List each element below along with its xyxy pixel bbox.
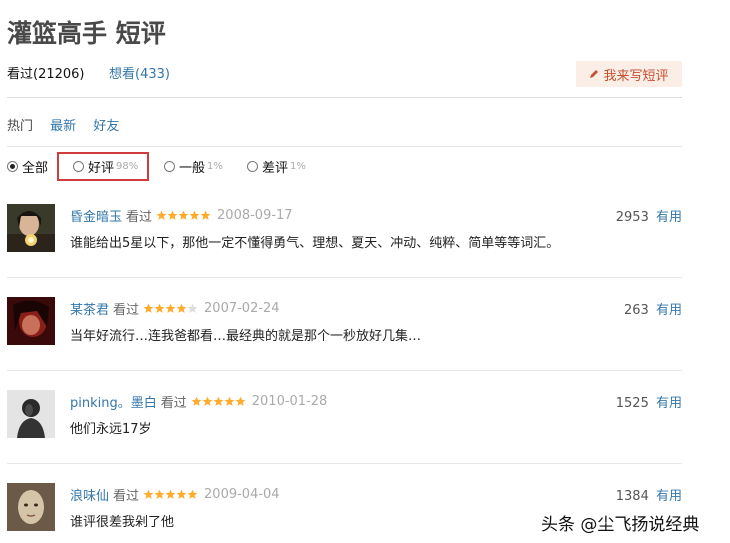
avatar[interactable] — [7, 204, 55, 252]
vote-area: 2953 有用 — [616, 206, 682, 225]
review-comment: 谁能给出5星以下，那他一定不懂得勇气、理想、夏天、冲动、纯粹、简单等等词汇。 — [70, 236, 560, 251]
star-filled-icon — [143, 303, 154, 313]
star-filled-icon — [189, 210, 200, 220]
radio-checked-icon — [7, 161, 18, 172]
review-date: 2007-02-24 — [204, 301, 280, 316]
filter-neutral-percent: 1% — [207, 161, 223, 172]
star-filled-icon — [167, 210, 178, 220]
star-filled-icon — [143, 489, 154, 499]
divider — [7, 370, 682, 371]
sort-latest[interactable]: 最新 — [50, 119, 76, 134]
review-user-link[interactable]: 某茶君 — [70, 299, 109, 318]
divider — [7, 146, 682, 147]
watch-status: 看过 — [113, 489, 140, 504]
divider — [7, 463, 682, 464]
pencil-icon — [590, 70, 599, 78]
vote-count: 1525 — [615, 396, 649, 411]
star-filled-icon — [156, 210, 167, 220]
review-user-link[interactable]: 浪味仙 — [70, 485, 109, 504]
star-filled-icon — [191, 396, 202, 406]
star-filled-icon — [165, 489, 176, 499]
useful-button[interactable]: 有用 — [656, 303, 682, 318]
vote-area: 1525 有用 — [616, 392, 682, 411]
star-empty-icon — [187, 303, 198, 313]
divider — [7, 277, 682, 278]
filter-all-label: 全部 — [22, 161, 49, 176]
review-date: 2009-04-04 — [204, 487, 280, 502]
review-meta: 昏金暗玉 看过 2008-09-17 — [70, 206, 293, 225]
star-filled-icon — [224, 396, 235, 406]
avatar[interactable] — [7, 390, 55, 438]
filter-all[interactable]: 全部 — [7, 157, 48, 176]
useful-button[interactable]: 有用 — [656, 210, 682, 225]
vote-count: 1384 — [615, 489, 649, 504]
filter-negative-percent: 1% — [290, 161, 306, 172]
review-user-link[interactable]: pinking。墨白 — [70, 392, 157, 411]
highlight-box — [57, 152, 149, 181]
star-filled-icon — [154, 489, 165, 499]
vote-count: 2953 — [615, 210, 649, 225]
avatar[interactable] — [7, 483, 55, 531]
watch-status: 看过 — [126, 210, 153, 225]
star-filled-icon — [176, 489, 187, 499]
star-filled-icon — [202, 396, 213, 406]
review-meta: 某茶君 看过 2007-02-24 — [70, 299, 280, 318]
star-filled-icon — [235, 396, 246, 406]
sort-hot[interactable]: 热门 — [7, 119, 33, 134]
review-user-link[interactable]: 昏金暗玉 — [70, 206, 122, 225]
review-comment: 谁评很差我剁了他 — [70, 515, 175, 530]
rating-stars — [143, 303, 198, 314]
review-date: 2008-09-17 — [217, 208, 293, 223]
watch-status: 看过 — [113, 303, 140, 318]
review-meta: 浪味仙 看过 2009-04-04 — [70, 485, 280, 504]
rating-stars — [156, 210, 211, 221]
radio-icon — [247, 161, 258, 172]
review-comment: 当年好流行…连我爸都看…最经典的就是那个一秒放好几集… — [70, 329, 422, 344]
watermark: 头条 @尘飞扬说经典 — [541, 515, 700, 535]
vote-count: 263 — [624, 303, 649, 318]
sort-options: 热门 最新 好友 — [7, 115, 132, 134]
filter-negative[interactable]: 差评 1% — [247, 157, 306, 176]
star-filled-icon — [154, 303, 165, 313]
star-filled-icon — [187, 489, 198, 499]
sort-friends[interactable]: 好友 — [93, 119, 119, 134]
star-filled-icon — [200, 210, 211, 220]
rating-stars — [143, 489, 198, 500]
vote-area: 1384 有用 — [616, 485, 682, 504]
star-filled-icon — [178, 210, 189, 220]
filter-negative-label: 差评 — [262, 161, 289, 176]
write-review-label: 我来写短评 — [603, 68, 669, 84]
tab-watched[interactable]: 看过(21206) — [7, 66, 85, 84]
tab-want-to-watch[interactable]: 想看(433) — [109, 66, 170, 84]
review-meta: pinking。墨白 看过 2010-01-28 — [70, 392, 327, 411]
useful-button[interactable]: 有用 — [656, 396, 682, 411]
review-date: 2010-01-28 — [251, 394, 328, 409]
review-comment: 他们永远17岁 — [70, 422, 152, 437]
filter-neutral[interactable]: 一般 1% — [164, 157, 223, 176]
page-title: 灌篮高手 短评 — [7, 19, 166, 48]
star-filled-icon — [165, 303, 176, 313]
star-filled-icon — [213, 396, 224, 406]
star-filled-icon — [176, 303, 187, 313]
useful-button[interactable]: 有用 — [656, 489, 682, 504]
vote-area: 263 有用 — [624, 299, 682, 318]
rating-stars — [191, 396, 246, 407]
write-review-button[interactable]: 我来写短评 — [576, 61, 682, 87]
radio-icon — [164, 161, 175, 172]
filter-neutral-label: 一般 — [179, 161, 206, 176]
avatar[interactable] — [7, 297, 55, 345]
watch-status: 看过 — [160, 396, 187, 411]
